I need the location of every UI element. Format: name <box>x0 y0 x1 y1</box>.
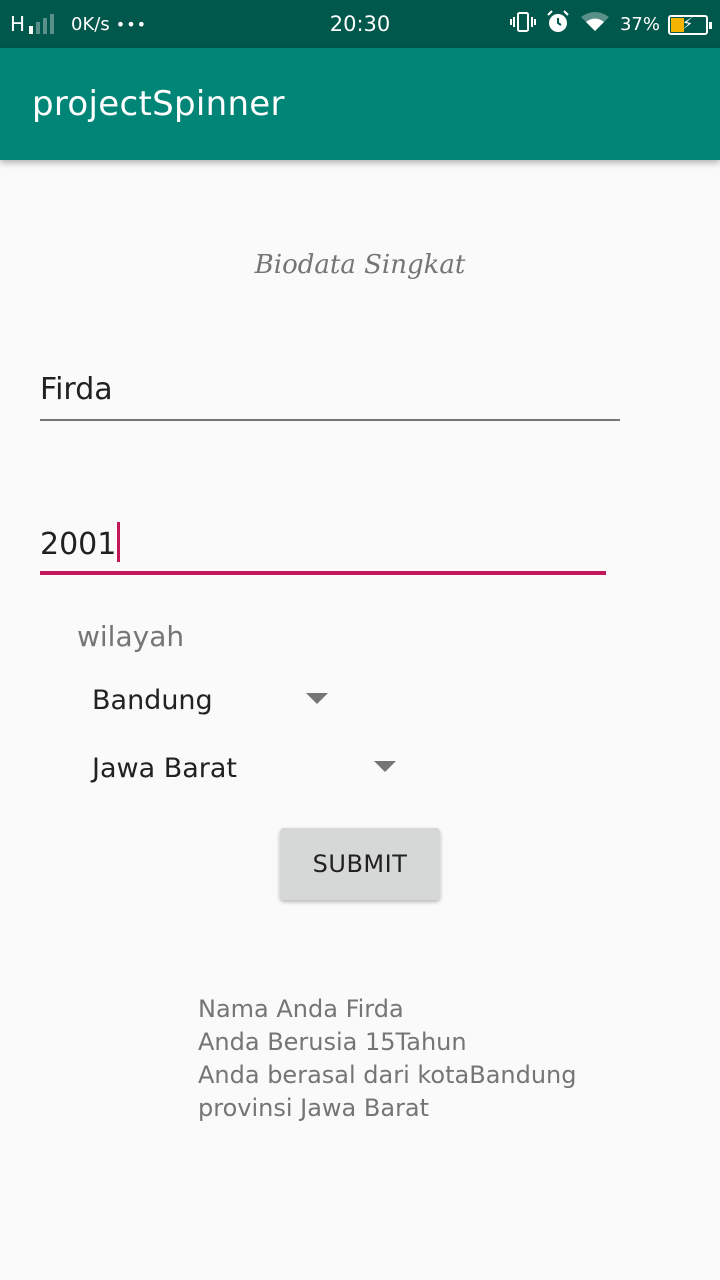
submit-button[interactable]: SUBMIT <box>280 828 440 900</box>
result-line-province: provinsi Jawa Barat <box>198 1094 430 1122</box>
birth-year-field-value: 2001 <box>40 527 117 562</box>
name-field[interactable]: Firda <box>40 372 620 421</box>
city-spinner[interactable]: Bandung <box>92 680 332 720</box>
result-line-city: Anda berasal dari kotaBandung <box>198 1061 577 1089</box>
result-line-name: Nama Anda Firda <box>198 995 404 1023</box>
battery-charging-icon: ⚡ <box>668 13 712 35</box>
alarm-icon <box>546 10 570 39</box>
charging-bolt-icon: ⚡ <box>682 13 694 33</box>
region-label: wilayah <box>77 620 185 653</box>
city-spinner-value: Bandung <box>92 684 213 716</box>
name-field-value: Firda <box>40 372 113 407</box>
birth-year-field[interactable]: 2001 <box>40 522 606 575</box>
text-cursor <box>117 522 121 562</box>
province-spinner-value: Jawa Barat <box>92 752 238 784</box>
vibrate-icon <box>509 11 536 38</box>
status-right: 37% ⚡ <box>509 10 712 39</box>
province-dropdown-arrow-icon <box>374 761 396 772</box>
status-bar: H 0K/s ••• 20:30 37% ⚡ <box>0 0 720 48</box>
app-bar: projectSpinner <box>0 48 720 160</box>
province-spinner[interactable]: Jawa Barat <box>92 748 402 788</box>
battery-percent: 37% <box>619 14 660 35</box>
page-heading: Biodata Singkat <box>254 250 466 280</box>
city-dropdown-arrow-icon <box>306 693 328 704</box>
result-text: Nama Anda Firda Anda Berusia 15Tahun And… <box>198 993 577 1125</box>
wifi-icon <box>580 11 610 38</box>
app-title: projectSpinner <box>32 84 285 124</box>
result-line-age: Anda Berusia 15Tahun <box>198 1028 467 1056</box>
